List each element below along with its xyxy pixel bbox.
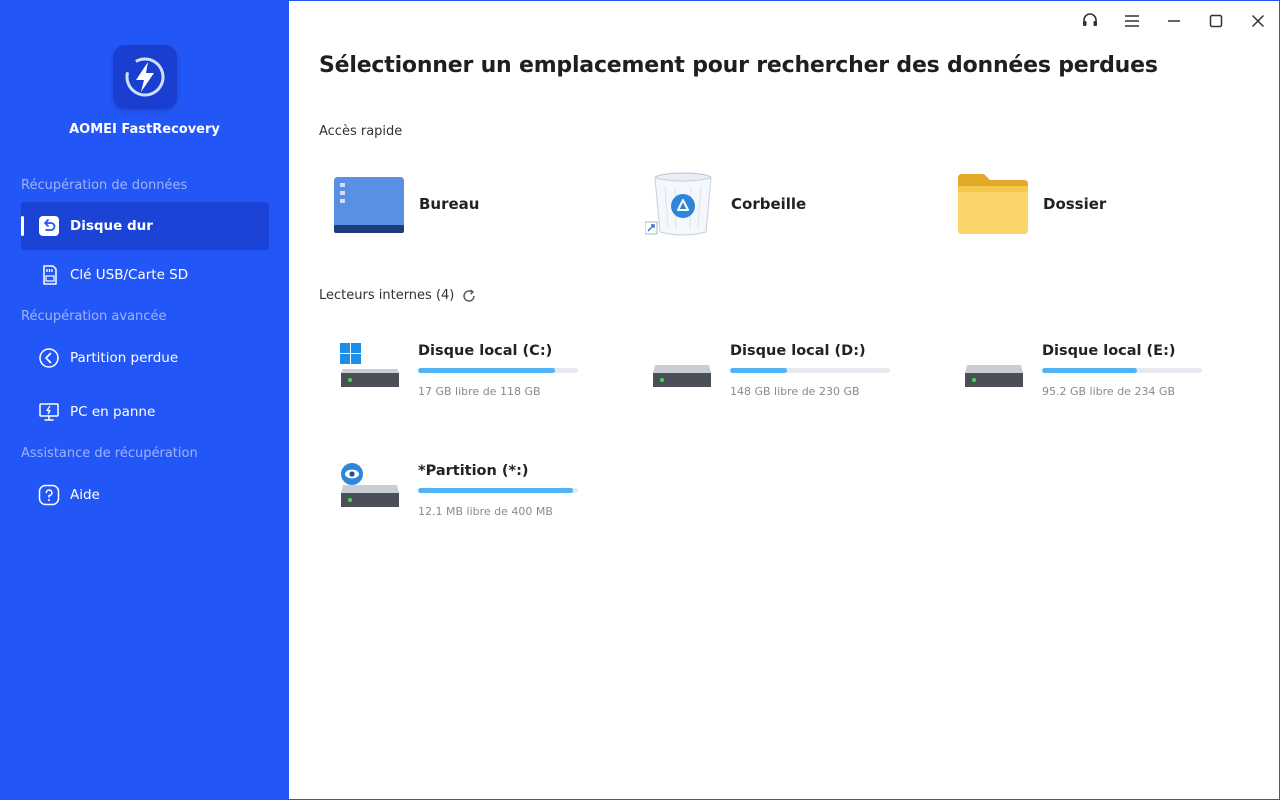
sidebar-item-usb-sd[interactable]: Clé USB/Carte SD (21, 251, 269, 299)
app-name: AOMEI FastRecovery (69, 122, 220, 137)
drive-usage-fill (418, 368, 555, 373)
drive-info: Disque local (D:) 148 GB libre de 230 GB (730, 341, 890, 401)
sidebar-item-label: Partition perdue (70, 350, 179, 366)
drive-item-c[interactable]: Disque local (C:) 17 GB libre de 118 GB (337, 341, 578, 401)
system-drive-icon (337, 341, 413, 401)
drive-free-space: 17 GB libre de 118 GB (418, 385, 541, 398)
sd-card-icon (38, 264, 60, 286)
quick-access-label: Corbeille (731, 195, 807, 213)
help-icon (38, 484, 60, 506)
main-panel: Sélectionner un emplacement pour recherc… (289, 0, 1280, 800)
hidden-partition-drive-icon (337, 461, 413, 521)
drive-icon (961, 341, 1037, 401)
minimize-icon (1167, 13, 1181, 32)
maximize-button[interactable] (1195, 1, 1237, 43)
quick-access-recycle-bin[interactable]: Corbeille (643, 169, 806, 239)
drive-name: Disque local (D:) (730, 343, 866, 359)
window-controls (1069, 1, 1279, 43)
crashed-pc-icon (38, 401, 60, 423)
menu-button[interactable] (1111, 1, 1153, 43)
drive-usage-bar (418, 488, 578, 493)
drive-icon (649, 341, 725, 401)
internal-drives-label: Lecteurs internes (4) (319, 288, 455, 303)
drive-free-space: 95.2 GB libre de 234 GB (1042, 385, 1176, 398)
drive-info: Disque local (C:) 17 GB libre de 118 GB (418, 341, 578, 401)
refresh-icon[interactable] (462, 288, 476, 303)
quick-access-folder[interactable]: Dossier (955, 169, 1106, 239)
drive-usage-bar (1042, 368, 1202, 373)
sidebar-item-label: PC en panne (70, 404, 156, 420)
menu-icon (1124, 13, 1140, 32)
sidebar-item-crashed-pc[interactable]: PC en panne (21, 388, 269, 436)
drive-usage-fill (1042, 368, 1137, 373)
quick-access-desktop[interactable]: Bureau (331, 169, 479, 239)
drive-info: Disque local (E:) 95.2 GB libre de 234 G… (1042, 341, 1202, 401)
drive-item-d[interactable]: Disque local (D:) 148 GB libre de 230 GB (649, 341, 890, 401)
maximize-icon (1209, 13, 1223, 32)
drive-free-space: 148 GB libre de 230 GB (730, 385, 860, 398)
sidebar-item-label: Aide (70, 487, 100, 503)
drive-usage-fill (730, 368, 788, 373)
drive-name: Disque local (E:) (1042, 343, 1176, 359)
drive-usage-bar (418, 368, 578, 373)
lost-partition-icon (38, 347, 60, 369)
section-title-advanced-recovery: Récupération avancée (21, 309, 167, 324)
support-headset-button[interactable] (1069, 1, 1111, 43)
drive-item-partition[interactable]: *Partition (*:) 12.1 MB libre de 400 MB (337, 461, 578, 521)
sidebar-item-help[interactable]: Aide (21, 471, 269, 519)
page-title: Sélectionner un emplacement pour recherc… (319, 53, 1158, 78)
folder-icon (955, 169, 1031, 239)
drive-usage-bar (730, 368, 890, 373)
recycle-bin-icon (643, 169, 719, 239)
headset-icon (1081, 11, 1099, 33)
sidebar-item-label: Disque dur (70, 218, 153, 234)
section-title-recovery-assistance: Assistance de récupération (21, 446, 198, 461)
drive-info: *Partition (*:) 12.1 MB libre de 400 MB (418, 461, 578, 521)
sidebar-item-label: Clé USB/Carte SD (70, 267, 189, 283)
quick-access-label: Dossier (1043, 195, 1107, 213)
internal-drives-header: Lecteurs internes (4) (319, 288, 476, 303)
quick-access-label-text: Accès rapide (319, 124, 403, 139)
close-icon (1251, 13, 1265, 32)
drive-free-space: 12.1 MB libre de 400 MB (418, 505, 553, 518)
drive-usage-fill (418, 488, 574, 493)
sidebar-item-hard-disk[interactable]: Disque dur (21, 202, 269, 250)
drive-name: *Partition (*:) (418, 463, 529, 479)
section-title-data-recovery: Récupération de données (21, 178, 188, 193)
sidebar: AOMEI FastRecovery Récupération de donné… (0, 0, 289, 800)
drive-item-e[interactable]: Disque local (E:) 95.2 GB libre de 234 G… (961, 341, 1202, 401)
quick-access-label: Accès rapide (319, 124, 402, 139)
minimize-button[interactable] (1153, 1, 1195, 43)
app-logo-icon (113, 45, 177, 109)
hard-disk-restore-icon (38, 215, 60, 237)
close-button[interactable] (1237, 1, 1279, 43)
sidebar-item-lost-partition[interactable]: Partition perdue (21, 334, 269, 382)
drive-name: Disque local (C:) (418, 343, 553, 359)
quick-access-label: Bureau (419, 195, 480, 213)
desktop-icon (331, 169, 407, 239)
